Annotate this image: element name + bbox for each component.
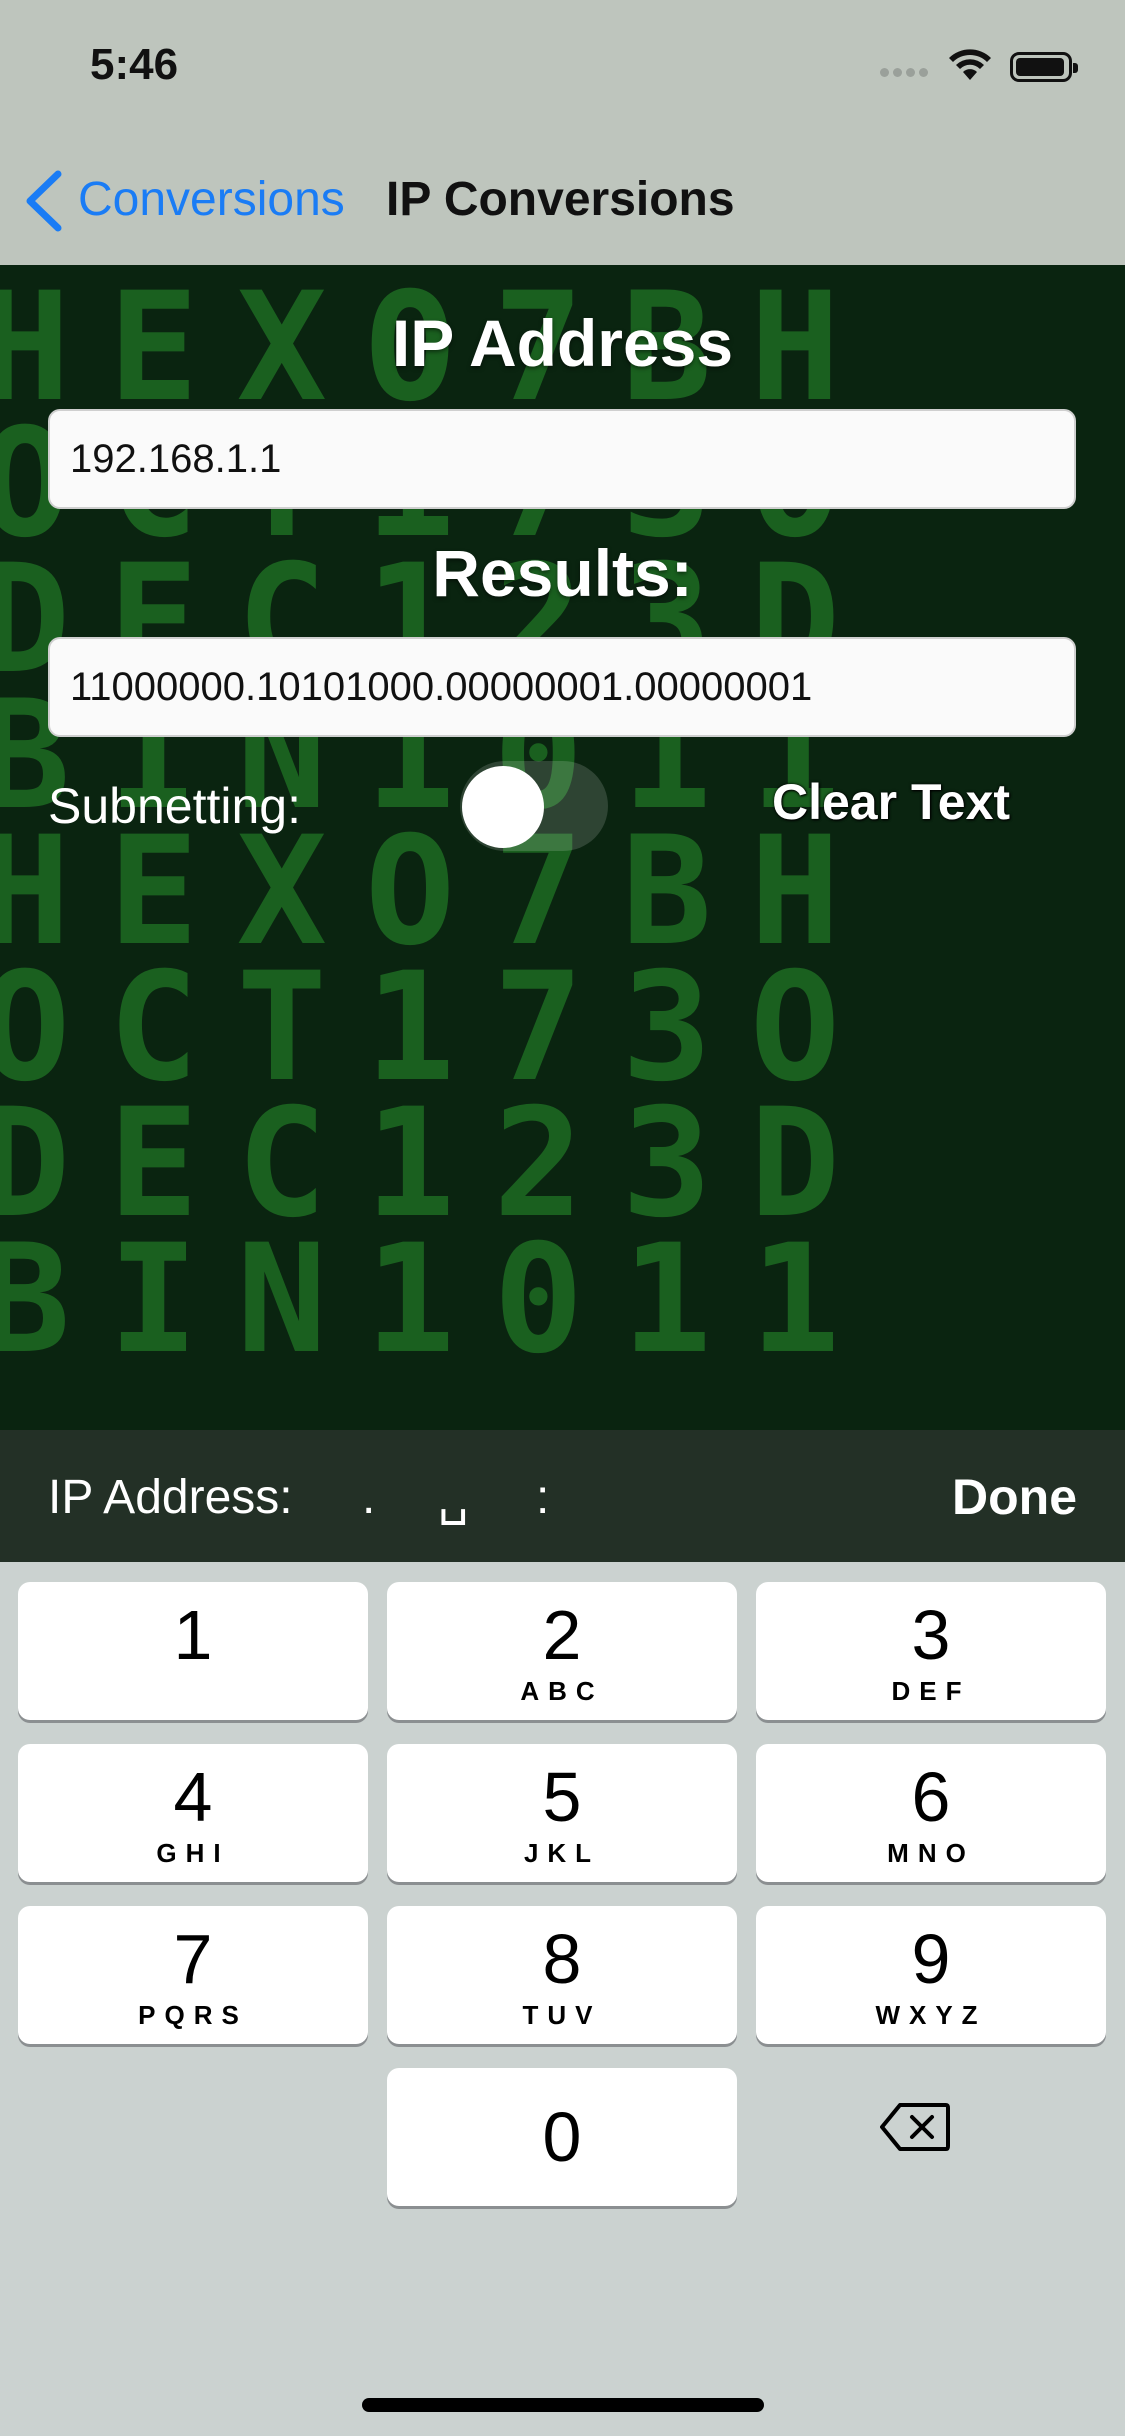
done-button[interactable]: Done — [952, 1468, 1077, 1526]
chevron-left-icon[interactable] — [22, 170, 66, 232]
key-1[interactable]: 1 — [18, 1582, 368, 1720]
accessory-label: IP Address: — [48, 1471, 293, 1524]
key-7[interactable]: 7 PQRS — [18, 1906, 368, 2044]
subnetting-toggle[interactable] — [460, 761, 608, 851]
key-number: 0 — [542, 2098, 582, 2176]
toggle-knob — [462, 766, 544, 848]
key-letters: GHI — [156, 1838, 230, 1868]
key-6[interactable]: 6 MNO — [756, 1744, 1106, 1882]
background-text: BIN1011 — [0, 1213, 879, 1387]
ip-address-input[interactable]: 192.168.1.1 — [48, 409, 1076, 509]
key-letters: JKL — [523, 1838, 601, 1868]
key-number: 9 — [911, 1920, 951, 1998]
status-time: 5:46 — [90, 40, 179, 89]
wifi-icon — [949, 49, 991, 80]
key-8[interactable]: 8 TUV — [387, 1906, 737, 2044]
battery-icon — [1010, 52, 1078, 82]
keyboard-accessory-bar: IP Address: . ␣ : Done — [0, 1430, 1125, 1562]
key-letters: ABC — [520, 1676, 604, 1706]
insert-dot-button[interactable]: . — [362, 1470, 375, 1525]
clear-text-button[interactable]: Clear Text — [772, 773, 1010, 831]
content-area: HEXO7BH OCT173O DEC123D BIN1011 HEXO7BH … — [0, 265, 1125, 1430]
page-title: IP Conversions — [386, 173, 735, 226]
subnetting-label: Subnetting: — [48, 778, 301, 834]
insert-colon-button[interactable]: : — [536, 1470, 549, 1525]
results-field[interactable]: 11000000.10101000.00000001.00000001 — [48, 637, 1076, 737]
key-number: 5 — [542, 1758, 582, 1836]
key-2[interactable]: 2 ABC — [387, 1582, 737, 1720]
key-number: 4 — [173, 1758, 213, 1836]
key-0[interactable]: 0 — [387, 2068, 737, 2206]
key-number: 2 — [542, 1596, 582, 1674]
key-letters: DEF — [891, 1676, 971, 1706]
key-3[interactable]: 3 DEF — [756, 1582, 1106, 1720]
key-4[interactable]: 4 GHI — [18, 1744, 368, 1882]
key-number: 1 — [173, 1596, 213, 1674]
key-letters: WXYZ — [875, 2000, 987, 2030]
top-bar: 5:46 Conversions IP Conversions — [0, 0, 1125, 265]
key-letters: PQRS — [138, 2000, 248, 2030]
key-letters: TUV — [522, 2000, 602, 2030]
key-number: 3 — [911, 1596, 951, 1674]
key-number: 7 — [173, 1920, 213, 1998]
home-indicator[interactable] — [362, 2398, 764, 2412]
key-9[interactable]: 9 WXYZ — [756, 1906, 1106, 2044]
back-button[interactable]: Conversions — [78, 172, 345, 227]
cellular-signal-icon — [880, 64, 932, 82]
number-keypad: 1 2 ABC 3 DEF 4 GHI 5 JKL 6 MNO 7 PQRS 8 TUV 9W… — [0, 1562, 1125, 2436]
insert-space-button[interactable]: ␣ — [438, 1470, 468, 1526]
key-letters: MNO — [887, 1838, 975, 1868]
key-number: 6 — [911, 1758, 951, 1836]
key-5[interactable]: 5 JKL — [387, 1744, 737, 1882]
ip-address-heading: IP Address — [391, 306, 734, 380]
results-heading: Results: — [432, 536, 693, 610]
delete-backspace-icon[interactable] — [880, 2102, 950, 2152]
key-number: 8 — [542, 1920, 582, 1998]
